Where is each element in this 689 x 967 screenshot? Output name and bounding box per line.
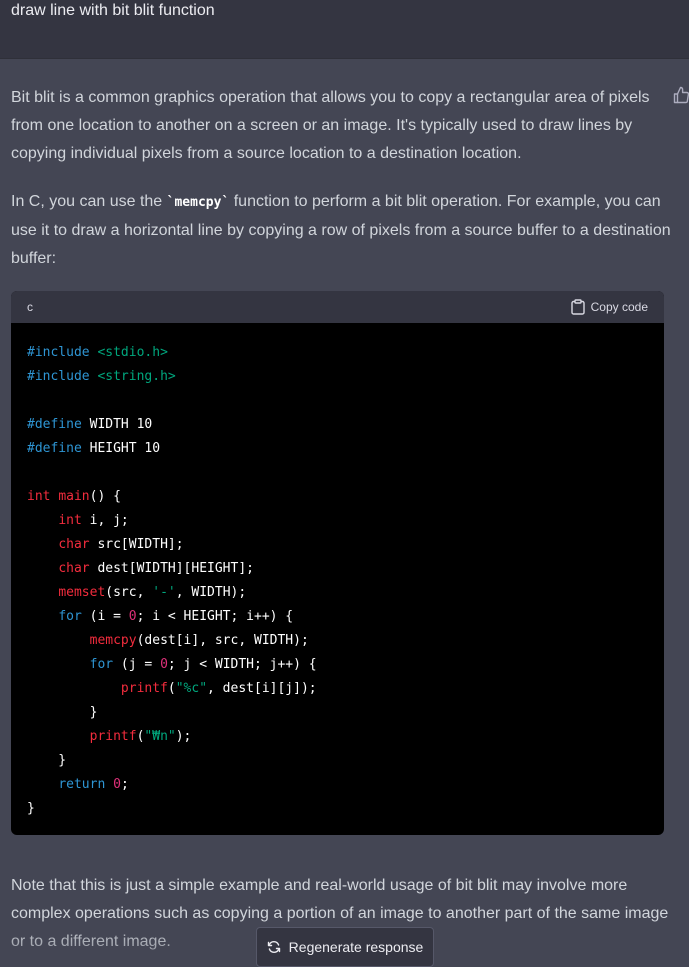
code-token: memset xyxy=(58,585,106,600)
code-token: } xyxy=(27,753,67,768)
copy-code-button[interactable]: Copy code xyxy=(570,298,648,316)
code-token: ; j < WIDTH; j++) { xyxy=(167,657,317,672)
code-line: } xyxy=(27,749,317,773)
code-line: #define WIDTH 10 xyxy=(27,413,317,437)
code-token: ; i < HEIGHT; i++) { xyxy=(136,609,294,624)
code-token: printf xyxy=(89,729,137,744)
code-line: int i, j; xyxy=(27,509,317,533)
code-line: char src[WIDTH]; xyxy=(27,533,317,557)
code-token: (i = xyxy=(81,609,129,624)
regenerate-response-label: Regenerate response xyxy=(288,939,424,955)
code-token: (src, xyxy=(105,585,153,600)
code-token: #define xyxy=(27,417,90,432)
user-message-bar: draw line with bit blit function xyxy=(0,0,689,59)
code-line: } xyxy=(27,701,317,725)
code-block-header: c Copy code xyxy=(11,291,664,323)
code-token: printf xyxy=(120,681,168,696)
code-token: ); xyxy=(175,729,192,744)
thumbs-up-icon[interactable] xyxy=(673,86,689,104)
code-line: int main() { xyxy=(27,485,317,509)
code-token: #include xyxy=(27,345,98,360)
code-content: #include <stdio.h> #include <string.h> #d… xyxy=(27,341,317,821)
code-token: '-' xyxy=(152,585,176,600)
code-token: memcpy xyxy=(89,633,137,648)
code-token: , dest[i][j]); xyxy=(207,681,317,696)
assistant-paragraph-1: Bit blit is a common graphics operation … xyxy=(11,89,650,162)
code-token: #define xyxy=(27,441,90,456)
code-line: for (i = 0; i < HEIGHT; i++) { xyxy=(27,605,317,629)
code-token: 0 xyxy=(128,609,137,624)
code-line: #include <string.h> xyxy=(27,365,317,389)
code-line: memset(src, '-', WIDTH); xyxy=(27,581,317,605)
code-token: (j = xyxy=(113,657,161,672)
inline-code-memcpy: `memcpy` xyxy=(166,195,230,210)
code-token: char xyxy=(58,537,90,552)
code-line: #define HEIGHT 10 xyxy=(27,437,317,461)
code-token: char xyxy=(58,561,90,576)
regenerate-response-button[interactable]: Regenerate response xyxy=(256,927,434,967)
user-message-text: draw line with bit blit function xyxy=(11,2,215,19)
code-token: } xyxy=(27,705,98,720)
code-token: dest[WIDTH][HEIGHT]; xyxy=(89,561,254,576)
code-token: () { xyxy=(89,489,121,504)
code-token: <stdio.h> xyxy=(97,345,168,360)
code-token: int xyxy=(58,513,82,528)
code-line: printf("%c", dest[i][j]); xyxy=(27,677,317,701)
code-token: } xyxy=(27,801,35,816)
copy-code-label: Copy code xyxy=(590,300,648,314)
code-token: for xyxy=(58,609,82,624)
code-token: return xyxy=(58,777,106,792)
code-token: ( xyxy=(167,681,176,696)
code-token: #include xyxy=(27,369,98,384)
code-token: HEIGHT 10 xyxy=(89,441,161,456)
code-token: "₩n" xyxy=(144,729,176,744)
code-token: , WIDTH); xyxy=(175,585,247,600)
code-token: 0 xyxy=(113,777,121,792)
code-language-label: c xyxy=(27,300,33,314)
code-token: ; xyxy=(120,777,129,792)
refresh-icon xyxy=(267,941,280,953)
code-token: src[WIDTH]; xyxy=(89,537,184,552)
code-block: c Copy code #include <stdio.h> #include <… xyxy=(11,291,664,835)
code-line: return 0; xyxy=(27,773,317,797)
paragraph-2-text-before: In C, you can use the xyxy=(11,193,167,210)
code-line: printf("₩n"); xyxy=(27,725,317,749)
code-line: #include <stdio.h> xyxy=(27,341,317,365)
code-line: memcpy(dest[i], src, WIDTH); xyxy=(27,629,317,653)
code-token: int xyxy=(27,489,59,504)
code-token: i, j; xyxy=(81,513,129,528)
code-line: for (j = 0; j < WIDTH; j++) { xyxy=(27,653,317,677)
code-token: main xyxy=(58,489,90,504)
clipboard-icon xyxy=(570,299,585,315)
code-token: 0 xyxy=(160,657,168,672)
code-line: } xyxy=(27,797,317,821)
code-token: (dest[i], src, WIDTH); xyxy=(136,633,309,648)
code-token: <string.h> xyxy=(97,369,176,384)
code-token: "%c" xyxy=(175,681,208,696)
code-token: WIDTH 10 xyxy=(89,417,153,432)
assistant-paragraph-2: In C, you can use the `memcpy` function … xyxy=(11,188,671,273)
code-token: for xyxy=(89,657,114,672)
code-line: char dest[WIDTH][HEIGHT]; xyxy=(27,557,317,581)
